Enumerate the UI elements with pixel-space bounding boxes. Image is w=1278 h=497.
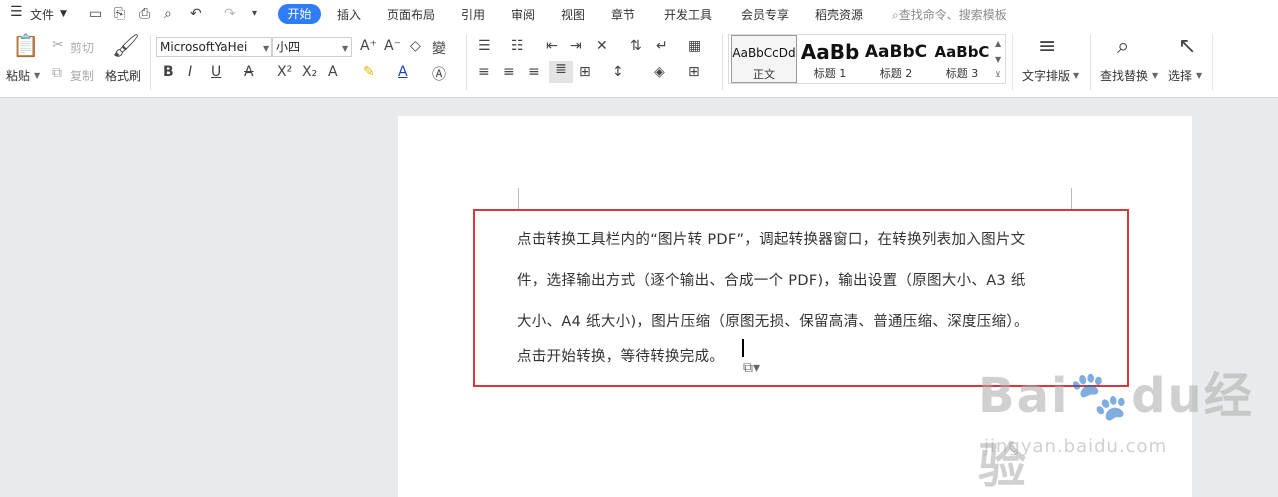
align-left-icon[interactable]: ≡ <box>478 64 490 80</box>
file-menu[interactable]: 文件 <box>30 6 54 23</box>
copy-button[interactable]: 复制 <box>70 67 94 84</box>
cut-icon: ✂ <box>52 37 64 53</box>
export-pdf-icon[interactable]: ⎘ <box>114 5 125 23</box>
baidu-jingyan-logo: Bai🐾du经验 <box>978 368 1254 494</box>
bullet-list-icon[interactable]: ☰ <box>478 38 491 54</box>
distribute-icon[interactable]: ⊞ <box>579 64 591 80</box>
text-layout-button[interactable]: 文字排版 <box>1022 67 1070 84</box>
watermark: Bai🐾du经验 jingyan.baidu.com <box>978 356 1278 496</box>
phonetic-guide-icon[interactable]: 變 <box>432 38 446 58</box>
decrease-font-size-icon[interactable]: A⁻ <box>384 38 401 54</box>
character-border-icon[interactable]: Ⓐ <box>432 64 446 84</box>
menu-icon[interactable]: ☰ <box>10 4 23 20</box>
command-search[interactable]: ⌕查找命令、搜索模板 <box>892 6 1007 23</box>
find-replace-button[interactable]: 查找替换 <box>1100 67 1148 84</box>
print-preview-icon[interactable]: ⌕ <box>164 5 172 23</box>
table-icon[interactable]: ▦ <box>688 38 701 54</box>
find-replace-icon[interactable]: ⌕ <box>1117 34 1129 59</box>
format-painter-icon[interactable]: 🖌 <box>112 34 140 59</box>
divider <box>722 34 723 90</box>
margin-mark <box>1071 188 1072 210</box>
undo-icon[interactable]: ↶ <box>190 5 202 23</box>
style-normal[interactable]: AaBbCcDd 正文 <box>731 35 797 83</box>
tab-references[interactable]: 引用 <box>461 6 485 23</box>
paste-icon[interactable]: 📋 <box>12 34 39 59</box>
paste-button[interactable]: 粘贴 <box>6 67 30 84</box>
save-icon[interactable]: ▭ <box>89 5 102 23</box>
tab-chapter[interactable]: 章节 <box>611 6 635 23</box>
line-spacing-icon[interactable]: ↕ <box>612 64 624 80</box>
tab-review[interactable]: 审阅 <box>511 6 535 23</box>
cursor-select-icon[interactable]: ↖ <box>1178 34 1196 59</box>
tab-view[interactable]: 视图 <box>561 6 585 23</box>
superscript-icon[interactable]: X² <box>277 64 292 80</box>
format-painter-button[interactable]: 格式刷 <box>105 67 141 84</box>
text-effect-icon[interactable]: A <box>328 64 338 80</box>
font-size-select[interactable]: 小四 <box>272 37 352 57</box>
tab-page-layout[interactable]: 页面布局 <box>387 6 435 23</box>
cut-button[interactable]: 剪切 <box>70 39 94 56</box>
chevron-down-icon[interactable]: ▼ <box>60 9 67 19</box>
strikethrough-icon[interactable]: A <box>244 64 254 80</box>
chinese-layout-icon[interactable]: ✕ <box>596 38 608 54</box>
expand-gallery-icon[interactable]: ⊻ <box>995 70 1001 79</box>
chevron-down-icon[interactable]: ▼ <box>263 44 269 53</box>
chevron-down-icon[interactable]: ▼ <box>1152 71 1158 80</box>
tab-docer-resources[interactable]: 稻壳资源 <box>815 6 863 23</box>
ribbon-toolbar: 📋 粘贴 ▼ ✂ 剪切 ⧉ 复制 🖌 格式刷 MicrosoftYaHei ▼ … <box>0 28 1278 98</box>
sort-icon[interactable]: ⇅ <box>630 38 642 54</box>
style-heading-1[interactable]: AaBb 标题 1 <box>797 35 863 83</box>
watermark-url: jingyan.baidu.com <box>984 436 1168 457</box>
divider <box>150 34 151 90</box>
chevron-down-icon[interactable]: ▼ <box>342 44 348 53</box>
increase-font-size-icon[interactable]: A⁺ <box>360 38 377 54</box>
menu-bar: ☰ 文件 ▼ ▭ ⎘ ⎙ ⌕ ↶ ↷ ▾ 开始 插入 页面布局 引用 审阅 视图… <box>0 0 1278 28</box>
chevron-down-icon[interactable]: ▼ <box>1073 71 1079 80</box>
divider <box>1090 34 1091 90</box>
numbered-list-icon[interactable]: ☷ <box>511 38 524 54</box>
copy-icon: ⧉ <box>52 65 62 81</box>
shading-icon[interactable]: ◈ <box>654 64 665 80</box>
divider <box>1212 34 1213 90</box>
font-color-icon[interactable]: A <box>398 64 408 80</box>
align-center-icon[interactable]: ≡ <box>503 64 515 80</box>
tab-developer[interactable]: 开发工具 <box>664 6 712 23</box>
search-icon: ⌕ <box>892 8 899 22</box>
show-marks-icon[interactable]: ↵ <box>656 38 668 54</box>
style-gallery: AaBbCcDd 正文 AaBb 标题 1 AaBbC 标题 2 AaBbC 标… <box>728 34 1006 84</box>
clear-format-icon[interactable]: ◇ <box>410 38 421 54</box>
decrease-indent-icon[interactable]: ⇤ <box>546 38 558 54</box>
style-heading-3[interactable]: AaBbC 标题 3 <box>929 35 995 83</box>
text-layout-icon[interactable]: ≡ <box>1038 34 1056 59</box>
italic-icon[interactable]: I <box>188 64 192 80</box>
scroll-down-icon[interactable]: ▼ <box>995 55 1001 64</box>
divider <box>466 34 467 90</box>
tab-member[interactable]: 会员专享 <box>741 6 789 23</box>
subscript-icon[interactable]: X₂ <box>302 64 317 80</box>
chevron-down-icon[interactable]: ▼ <box>34 71 40 80</box>
customize-toolbar-icon[interactable]: ▾ <box>252 5 257 23</box>
print-icon[interactable]: ⎙ <box>139 5 150 23</box>
redo-icon[interactable]: ↷ <box>224 5 236 23</box>
highlight-icon[interactable]: ✎ <box>363 64 375 80</box>
chevron-down-icon[interactable]: ▼ <box>1196 71 1202 80</box>
align-right-icon[interactable]: ≡ <box>528 64 540 80</box>
increase-indent-icon[interactable]: ⇥ <box>570 38 582 54</box>
select-button[interactable]: 选择 <box>1168 67 1192 84</box>
style-heading-2[interactable]: AaBbC 标题 2 <box>863 35 929 83</box>
tab-home[interactable]: 开始 <box>278 4 321 24</box>
underline-icon[interactable]: U <box>211 64 221 80</box>
tab-insert[interactable]: 插入 <box>337 6 361 23</box>
justify-icon[interactable]: ≣ <box>549 61 573 83</box>
divider <box>1012 34 1013 90</box>
scroll-up-icon[interactable]: ▲ <box>995 39 1001 48</box>
bold-icon[interactable]: B <box>163 64 174 80</box>
font-name-select[interactable]: MicrosoftYaHei <box>156 37 272 57</box>
margin-mark <box>518 188 519 210</box>
borders-icon[interactable]: ⊞ <box>688 64 700 80</box>
